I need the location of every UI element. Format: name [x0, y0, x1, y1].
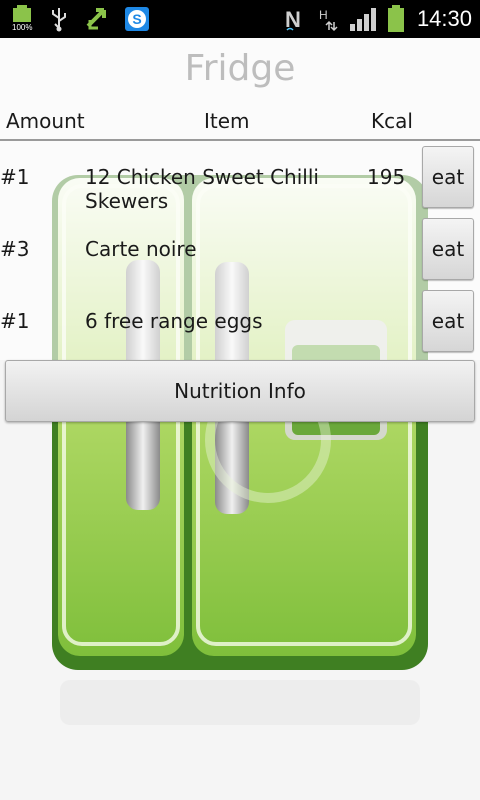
item-amount: #3: [0, 237, 30, 261]
item-name: Carte noire: [85, 237, 197, 261]
list-item: #3 Carte noire eat: [0, 216, 480, 286]
sync-arrows-icon: [84, 6, 110, 32]
item-amount: #1: [0, 165, 30, 189]
signal-icon: [349, 6, 377, 32]
page-title: Fridge: [184, 48, 296, 89]
battery-icon: 100%: [10, 4, 34, 34]
svg-text:H: H: [319, 8, 328, 22]
header-divider: [0, 139, 480, 141]
nfc-icon: N: [283, 6, 307, 32]
status-bar: 100% S N H 14:30: [0, 0, 480, 38]
column-header-amount: Amount: [6, 109, 85, 133]
eat-button[interactable]: eat: [422, 290, 474, 352]
battery-percent-label: 100%: [12, 23, 33, 32]
hspa-data-icon: H: [317, 6, 339, 32]
status-clock: 14:30: [416, 6, 472, 31]
item-kcal: 195: [367, 165, 406, 189]
eat-button[interactable]: eat: [422, 146, 474, 208]
status-right-group: N H 14:30: [273, 4, 472, 34]
skype-icon: S: [124, 6, 150, 32]
item-name: 12 Chicken Sweet Chilli Skewers: [85, 165, 319, 213]
usb-icon: [48, 6, 70, 32]
list-item: #1 12 Chicken Sweet Chilli Skewers 195 e…: [0, 144, 480, 214]
nutrition-info-button[interactable]: Nutrition Info: [5, 360, 475, 422]
column-header-item: Item: [204, 109, 250, 133]
svg-text:N: N: [285, 7, 301, 32]
item-name: 6 free range eggs: [85, 309, 263, 333]
battery-status-icon: [387, 4, 405, 34]
svg-text:S: S: [132, 11, 141, 27]
list-item: #1 6 free range eggs eat: [0, 288, 480, 358]
column-header-kcal: Kcal: [371, 109, 413, 133]
item-amount: #1: [0, 309, 30, 333]
status-left-group: 100% S: [10, 4, 164, 34]
eat-button[interactable]: eat: [422, 218, 474, 280]
